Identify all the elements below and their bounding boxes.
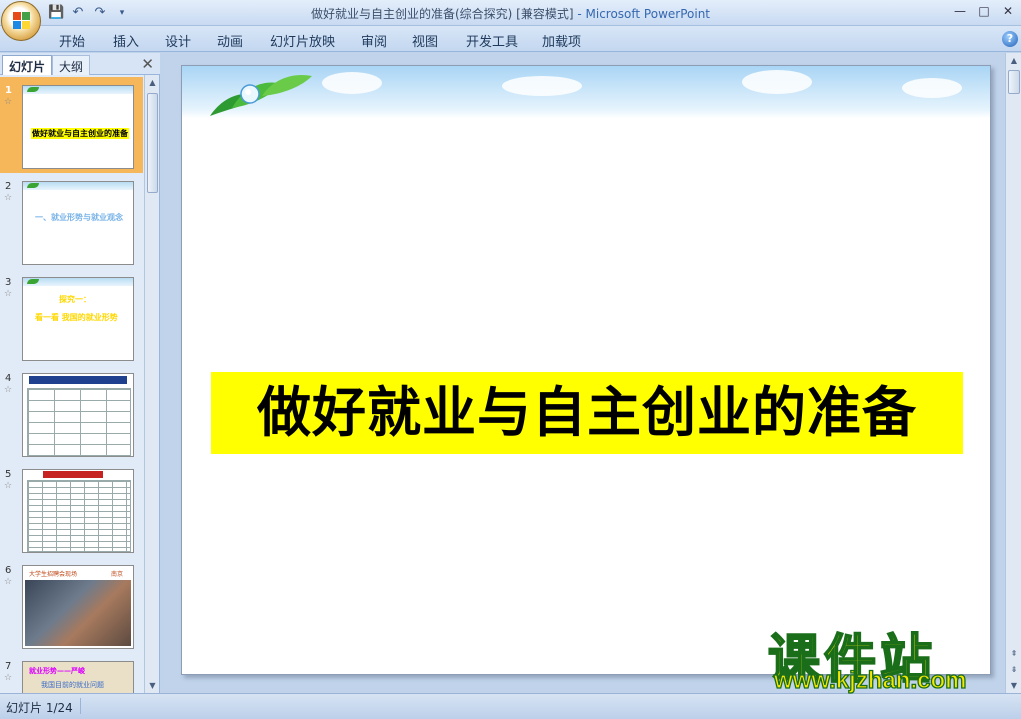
slide-number: 1 <box>5 85 12 96</box>
next-slide-icon[interactable]: ⇟ <box>1006 662 1021 677</box>
photo-image <box>25 580 131 646</box>
status-divider <box>80 698 81 714</box>
scroll-thumb[interactable] <box>147 93 158 193</box>
slide-preview: 探究一： 看一看 我国的就业形势 <box>22 277 134 361</box>
tab-design[interactable]: 设计 <box>165 31 191 50</box>
thumbnail-scrollbar[interactable]: ▲ ▼ <box>144 75 159 693</box>
thumbnail-slide-2[interactable]: 2 ☆ 一、就业形势与就业观念 <box>0 173 143 269</box>
thumbnail-slide-6[interactable]: 6 ☆ 大学生招聘会现场 南京 <box>0 557 143 653</box>
tab-developer[interactable]: 开发工具 <box>466 31 518 50</box>
scroll-thumb[interactable] <box>1008 70 1020 94</box>
thumbnail-slide-3[interactable]: 3 ☆ 探究一： 看一看 我国的就业形势 <box>0 269 143 365</box>
slide-title[interactable]: 做好就业与自主创业的准备 <box>211 372 963 454</box>
scroll-down-icon[interactable]: ▼ <box>1006 678 1021 693</box>
slide-canvas[interactable]: 做好就业与自主创业的准备 <box>181 65 991 675</box>
animation-star-icon: ☆ <box>4 289 13 299</box>
slide-preview: 就业形势——严峻 我国目前的就业问题 <box>22 661 134 693</box>
preview-title: 一、就业形势与就业观念 <box>35 213 123 222</box>
animation-star-icon: ☆ <box>4 577 13 587</box>
tab-review[interactable]: 审阅 <box>361 31 387 50</box>
tab-view[interactable]: 视图 <box>412 31 438 50</box>
tab-slides[interactable]: 幻灯片 <box>2 55 53 75</box>
slide-preview <box>22 373 134 457</box>
slide-preview <box>22 469 134 553</box>
slide-number: 3 <box>5 277 12 288</box>
animation-star-icon: ☆ <box>4 97 13 107</box>
ribbon-tabs: 开始 插入 设计 动画 幻灯片放映 审阅 视图 开发工具 加载项 ? <box>0 26 1021 52</box>
preview-heading: 大学生招聘会现场 <box>29 571 78 578</box>
thumbnail-list: 1 ☆ 做好就业与自主创业的准备 2 ☆ 一、就业形势与就业观念 3 ☆ 探究一… <box>0 75 143 693</box>
slide-editor: 做好就业与自主创业的准备 <box>161 53 1005 693</box>
minimize-icon[interactable]: — <box>951 2 969 20</box>
watermark-url: www.kjzhan.com <box>773 666 967 694</box>
plant-logo-icon <box>210 74 312 116</box>
title-bar: 💾 ↶ ↷ ▾ 做好就业与自主创业的准备(综合探究) [兼容模式] - Micr… <box>0 0 1021 26</box>
close-icon[interactable]: ✕ <box>999 2 1017 20</box>
slide-preview: 大学生招聘会现场 南京 <box>22 565 134 649</box>
thumbnail-slide-5[interactable]: 5 ☆ <box>0 461 143 557</box>
previous-slide-icon[interactable]: ⇞ <box>1006 646 1021 661</box>
slide-number: 7 <box>5 661 12 672</box>
scroll-down-icon[interactable]: ▼ <box>145 678 160 693</box>
app-name: - Microsoft PowerPoint <box>577 7 711 21</box>
help-icon[interactable]: ? <box>1002 31 1018 47</box>
scroll-up-icon[interactable]: ▲ <box>1006 53 1021 68</box>
tab-home[interactable]: 开始 <box>59 31 85 50</box>
tab-addins[interactable]: 加载项 <box>542 31 581 50</box>
office-logo-icon <box>13 12 31 30</box>
thumbnail-slide-1[interactable]: 1 ☆ 做好就业与自主创业的准备 <box>0 77 143 173</box>
document-title: 做好就业与自主创业的准备(综合探究) [兼容模式] <box>310 7 574 21</box>
maximize-icon[interactable]: □ <box>975 2 993 20</box>
window-title: 做好就业与自主创业的准备(综合探究) [兼容模式] - Microsoft Po… <box>0 5 1021 22</box>
preview-subtitle: 看一看 我国的就业形势 <box>35 313 118 322</box>
slide-number: 6 <box>5 565 12 576</box>
animation-star-icon: ☆ <box>4 385 13 395</box>
animation-star-icon: ☆ <box>4 673 13 683</box>
window-controls: — □ ✕ <box>951 2 1017 20</box>
status-bar: 幻灯片 1/24 <box>0 693 1021 719</box>
sky-banner <box>182 66 990 118</box>
slide-counter: 幻灯片 1/24 <box>6 701 73 715</box>
animation-star-icon: ☆ <box>4 481 13 491</box>
preview-heading: 就业形势——严峻 <box>29 667 85 675</box>
preview-title: 做好就业与自主创业的准备 <box>31 128 129 139</box>
office-button[interactable] <box>1 1 41 41</box>
panel-tabs: 幻灯片 大纲 ✕ <box>0 53 160 75</box>
scroll-up-icon[interactable]: ▲ <box>145 75 160 90</box>
slide-number: 5 <box>5 469 12 480</box>
slides-panel: 幻灯片 大纲 ✕ 1 ☆ 做好就业与自主创业的准备 2 ☆ 一、就业形势与就业观… <box>0 53 160 693</box>
animation-star-icon: ☆ <box>4 193 13 203</box>
panel-close-icon[interactable]: ✕ <box>141 55 154 73</box>
preview-heading: 探究一： <box>59 295 91 304</box>
slide-preview: 做好就业与自主创业的准备 <box>22 85 134 169</box>
slide-preview: 一、就业形势与就业观念 <box>22 181 134 265</box>
preview-tag: 南京 <box>110 571 123 578</box>
tab-outline[interactable]: 大纲 <box>52 55 91 75</box>
slide-number: 2 <box>5 181 12 192</box>
slide-number: 4 <box>5 373 12 384</box>
editor-scrollbar[interactable]: ▲ ⇞ ⇟ ▼ <box>1005 53 1021 693</box>
tab-slideshow[interactable]: 幻灯片放映 <box>270 31 335 50</box>
tab-animation[interactable]: 动画 <box>217 31 243 50</box>
thumbnail-slide-4[interactable]: 4 ☆ <box>0 365 143 461</box>
thumbnail-slide-7[interactable]: 7 ☆ 就业形势——严峻 我国目前的就业问题 <box>0 653 143 693</box>
tab-insert[interactable]: 插入 <box>113 31 139 50</box>
preview-subtitle: 我国目前的就业问题 <box>41 681 104 689</box>
site-watermark: 课件站 www.kjzhan.com <box>767 617 1004 695</box>
